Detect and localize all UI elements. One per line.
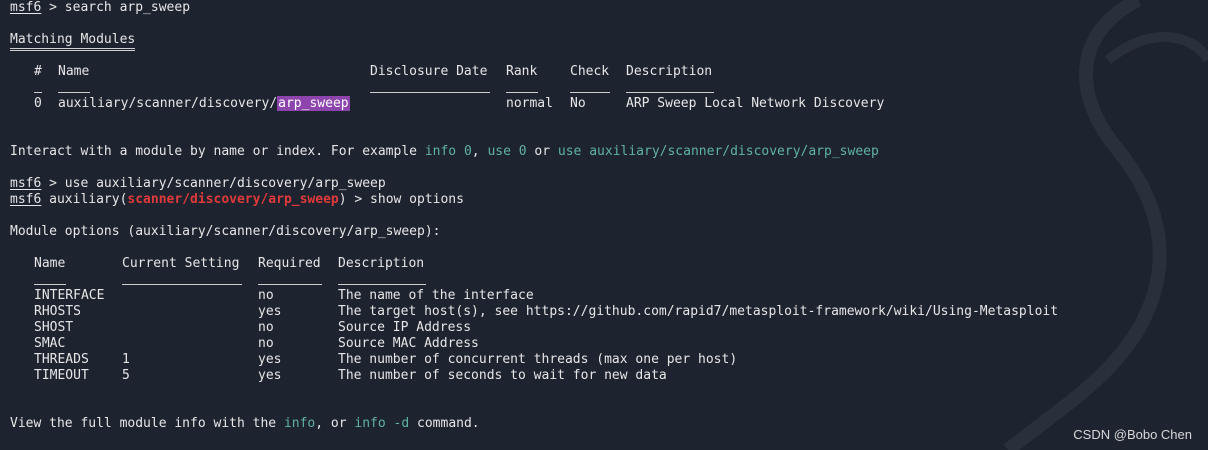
option-required: yes — [258, 352, 282, 367]
search-command-line: msf6 > search arp_sweep — [10, 0, 191, 15]
option-desc: Source MAC Address — [338, 336, 479, 351]
option-row: SMAC no Source MAC Address — [10, 336, 1200, 352]
option-name: RHOSTS — [34, 304, 81, 319]
options-table-header: Name Current Setting Required Descriptio… — [34, 256, 425, 271]
option-desc: The target host(s), see https://github.c… — [338, 304, 1059, 319]
option-desc: The number of concurrent threads (max on… — [338, 352, 738, 367]
search-table-divider — [10, 80, 1200, 96]
option-name: THREADS — [34, 352, 89, 367]
option-desc: Source IP Address — [338, 320, 472, 335]
csdn-watermark: CSDN @Bobo Chen — [1073, 427, 1192, 442]
view-info-hint: View the full module info with the info,… — [10, 416, 480, 431]
matching-modules-title: Matching Modules — [10, 32, 1200, 51]
option-required: no — [258, 288, 274, 303]
option-name: SMAC — [34, 336, 66, 351]
option-required: yes — [258, 304, 282, 319]
msf-prompt: msf6 — [10, 0, 42, 15]
search-table-header: # Name Disclosure Date Rank Check Descri… — [34, 64, 713, 79]
show-options-line: msf6 auxiliary(scanner/discovery/arp_swe… — [10, 192, 464, 207]
option-name: INTERFACE — [34, 288, 105, 303]
option-desc: The name of the interface — [338, 288, 534, 303]
option-desc: The number of seconds to wait for new da… — [338, 368, 667, 383]
option-name: SHOST — [34, 320, 74, 335]
module-options-title: Module options (auxiliary/scanner/discov… — [10, 224, 441, 239]
option-row: RHOSTS yes The target host(s), see https:/… — [10, 304, 1200, 320]
options-table-divider — [10, 272, 1200, 288]
search-result-row: 0 auxiliary/scanner/discovery/arp_sweep … — [34, 96, 885, 111]
interact-hint: Interact with a module by name or index.… — [10, 144, 879, 159]
option-row: THREADS 1 yes The number of concurrent thre… — [10, 352, 1200, 368]
use-command-line: msf6 > use auxiliary/scanner/discovery/a… — [10, 176, 386, 191]
option-name: TIMEOUT — [34, 368, 89, 383]
option-required: no — [258, 320, 274, 335]
option-row: TIMEOUT 5 yes The number of seconds to wait… — [10, 368, 1200, 384]
option-row: INTERFACE no The name of the interface — [10, 288, 1200, 304]
option-row: SHOST no Source IP Address — [10, 320, 1200, 336]
option-required: no — [258, 336, 274, 351]
option-required: yes — [258, 368, 282, 383]
search-match-highlight: arp_sweep — [277, 96, 350, 111]
option-setting: 1 — [122, 352, 130, 367]
options-table-body: INTERFACE no The name of the interface RHOS… — [10, 288, 1200, 384]
terminal-output: msf6 > search arp_sweep Matching Modules… — [10, 0, 1200, 432]
option-setting: 5 — [122, 368, 130, 383]
